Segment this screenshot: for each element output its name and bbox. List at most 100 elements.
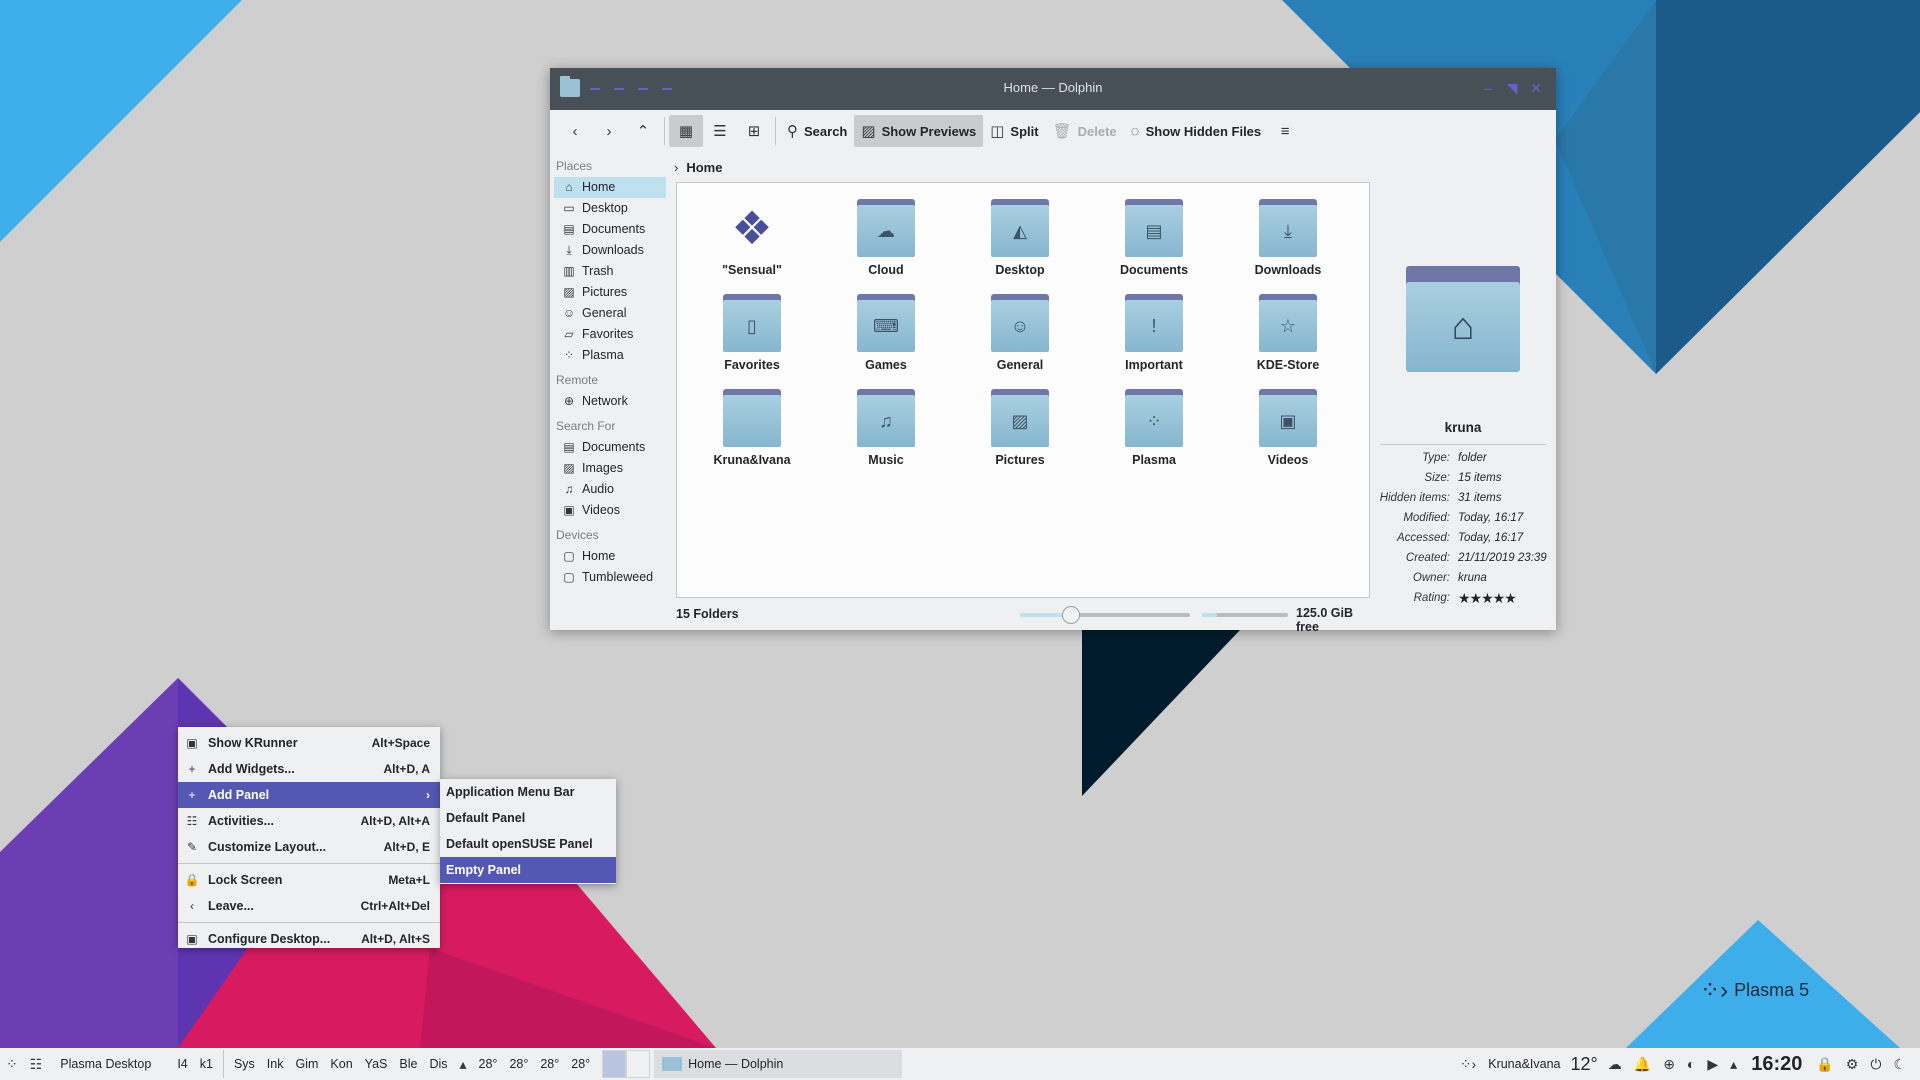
file-item[interactable]: ♫ Music bbox=[819, 379, 953, 474]
menu-item-add-widgets[interactable]: + Add Widgets... Alt+D, A bbox=[178, 756, 440, 782]
weather-cloud-icon[interactable]: ☁ bbox=[1602, 1056, 1628, 1073]
forward-button[interactable]: › bbox=[592, 115, 626, 147]
maximize-button[interactable]: ◥ bbox=[1502, 78, 1522, 98]
file-item[interactable]: ▨ Pictures bbox=[953, 379, 1087, 474]
hamburger-menu-button[interactable]: ≡ bbox=[1268, 115, 1302, 147]
up-button[interactable]: ⌃ bbox=[626, 115, 660, 147]
details-view-button[interactable]: ⊞ bbox=[737, 115, 771, 147]
zoom-slider[interactable] bbox=[1020, 606, 1190, 624]
launcher-item[interactable]: YaS bbox=[359, 1057, 394, 1071]
split-button[interactable]: ◫ Split bbox=[983, 115, 1045, 147]
virtual-desktop-pager[interactable] bbox=[602, 1050, 651, 1078]
night-mode-icon[interactable]: ☾ bbox=[1887, 1056, 1912, 1073]
submenu-item[interactable]: Default openSUSE Panel bbox=[440, 831, 616, 857]
breadcrumb-current[interactable]: Home bbox=[686, 160, 722, 175]
sidebar-item-home[interactable]: ▢ Home bbox=[554, 546, 666, 567]
file-view[interactable]: ❖ "Sensual" ☁ Cloud ◭ Desktop ▤ Documents ⤓ Downl… bbox=[676, 182, 1370, 598]
sensor-temp[interactable]: 28° bbox=[565, 1057, 596, 1071]
tray-expand-icon[interactable]: ▴ bbox=[1724, 1056, 1743, 1073]
sidebar-item-downloads[interactable]: ⤓ Downloads bbox=[554, 240, 666, 261]
sidebar-item-images[interactable]: ▨ Images bbox=[554, 458, 666, 479]
sidebar-item-favorites[interactable]: ▱ Favorites bbox=[554, 324, 666, 345]
sidebar-item-documents[interactable]: ▤ Documents bbox=[554, 219, 666, 240]
delete-button[interactable]: 🗑 Delete bbox=[1046, 115, 1124, 147]
leave-icon: ‹ bbox=[190, 899, 194, 913]
clock[interactable]: 16:20 bbox=[1751, 1053, 1802, 1076]
rating-stars[interactable]: ★★★★★ bbox=[1458, 591, 1548, 605]
sensor-temp[interactable]: 28° bbox=[503, 1057, 534, 1071]
submenu-item[interactable]: Empty Panel bbox=[440, 857, 616, 883]
sidebar-item-trash[interactable]: ▥ Trash bbox=[554, 261, 666, 282]
file-item[interactable]: ◭ Desktop bbox=[953, 189, 1087, 284]
menu-item-add-panel[interactable]: + Add Panel › bbox=[178, 782, 440, 808]
quick-launch-item[interactable]: I4 bbox=[171, 1057, 193, 1071]
launcher-item[interactable]: Dis bbox=[423, 1057, 453, 1071]
search-button[interactable]: ⚲ Search bbox=[780, 115, 854, 147]
lock-icon[interactable]: 🔒 bbox=[1810, 1056, 1839, 1073]
sidebar-item-audio[interactable]: ♫ Audio bbox=[554, 479, 666, 500]
sensor-temp[interactable]: 28° bbox=[534, 1057, 565, 1071]
file-item[interactable]: ▯ Favorites bbox=[685, 284, 819, 379]
launcher-item[interactable]: Ble bbox=[393, 1057, 423, 1071]
file-item[interactable]: ⤓ Downloads bbox=[1221, 189, 1355, 284]
launcher-item[interactable]: Kon bbox=[324, 1057, 358, 1071]
back-button[interactable]: ‹ bbox=[558, 115, 592, 147]
sidebar-item-desktop[interactable]: ▭ Desktop bbox=[554, 198, 666, 219]
menu-item-configure-desktop[interactable]: ▣ Configure Desktop... Alt+D, Alt+S bbox=[178, 926, 440, 952]
sidebar-item-pictures[interactable]: ▨ Pictures bbox=[554, 282, 666, 303]
task-dolphin[interactable]: Home — Dolphin bbox=[654, 1050, 903, 1078]
file-item[interactable]: ❖ "Sensual" bbox=[685, 189, 819, 284]
file-item[interactable]: ☁ Cloud bbox=[819, 189, 953, 284]
trash-icon: ▥ bbox=[563, 264, 575, 278]
sidebar-item-documents[interactable]: ▤ Documents bbox=[554, 437, 666, 458]
menu-item-lock-screen[interactable]: 🔒 Lock Screen Meta+L bbox=[178, 867, 440, 893]
icons-view-button[interactable]: ▦ bbox=[669, 115, 703, 147]
updates-icon[interactable]: ⊕ bbox=[1657, 1056, 1681, 1073]
close-button[interactable]: ✕ bbox=[1526, 78, 1546, 98]
application-launcher-icon[interactable]: ⁘ bbox=[0, 1056, 24, 1073]
submenu-item[interactable]: Default Panel bbox=[440, 805, 616, 831]
sidebar-item-general[interactable]: ☺ General bbox=[554, 303, 666, 324]
submenu-item[interactable]: Application Menu Bar bbox=[440, 779, 616, 805]
menu-item-customize-layout[interactable]: ✎ Customize Layout... Alt+D, E bbox=[178, 834, 440, 860]
file-item[interactable]: ! Important bbox=[1087, 284, 1221, 379]
file-item[interactable]: ▣ Videos bbox=[1221, 379, 1355, 474]
file-item[interactable]: ☆ KDE-Store bbox=[1221, 284, 1355, 379]
minimize-button[interactable]: – bbox=[1478, 78, 1498, 98]
show-hidden-files-button[interactable]: ◌ Show Hidden Files bbox=[1124, 115, 1269, 147]
menu-item-show-krunner[interactable]: ▣ Show KRunner Alt+Space bbox=[178, 730, 440, 756]
sidebar-item-tumbleweed[interactable]: ▢ Tumbleweed bbox=[554, 567, 666, 588]
menu-item-activities[interactable]: ☷ Activities... Alt+D, Alt+A bbox=[178, 808, 440, 834]
file-item[interactable]: ⌨ Games bbox=[819, 284, 953, 379]
file-item[interactable]: Kruna&Ivana bbox=[685, 379, 819, 474]
menu-item-leave[interactable]: ‹ Leave... Ctrl+Alt+Del bbox=[178, 893, 440, 919]
quick-launch-item[interactable]: k1 bbox=[194, 1057, 219, 1071]
network-icon[interactable]: ⚙ bbox=[1840, 1056, 1865, 1073]
breadcrumb[interactable]: › Home bbox=[674, 156, 722, 178]
launcher-item[interactable]: Ink bbox=[261, 1057, 290, 1071]
media-play-icon[interactable]: ▶ bbox=[1701, 1056, 1724, 1073]
sidebar-item-home[interactable]: ⌂ Home bbox=[554, 177, 666, 198]
compact-view-button[interactable]: ☰ bbox=[703, 115, 737, 147]
title-bar[interactable]: Home — Dolphin – ◥ ✕ bbox=[550, 68, 1556, 110]
audio-icon[interactable]: ◐ bbox=[1681, 1056, 1701, 1072]
activity-name[interactable]: Plasma Desktop bbox=[54, 1057, 157, 1071]
activity-switcher-icon[interactable]: ☷ bbox=[24, 1056, 49, 1073]
launcher-item[interactable]: Sys bbox=[228, 1057, 261, 1071]
user-name[interactable]: Kruna&Ivana bbox=[1482, 1057, 1566, 1071]
sensor-temp[interactable]: 28° bbox=[473, 1057, 504, 1071]
plasma-icon[interactable]: ⁘› bbox=[1454, 1056, 1482, 1073]
power-icon[interactable]: ⏻ bbox=[1864, 1056, 1887, 1073]
sidebar-item-plasma[interactable]: ⁘ Plasma bbox=[554, 345, 666, 366]
chevron-up-icon[interactable]: ▴ bbox=[454, 1056, 473, 1073]
show-previews-button[interactable]: ▨ Show Previews bbox=[854, 115, 984, 147]
sidebar-item-network[interactable]: ⊕ Network bbox=[554, 391, 666, 412]
file-item[interactable]: ☺ General bbox=[953, 284, 1087, 379]
sidebar-item-videos[interactable]: ▣ Videos bbox=[554, 500, 666, 521]
file-item[interactable]: ▤ Documents bbox=[1087, 189, 1221, 284]
weather-temp[interactable]: 12° bbox=[1571, 1054, 1598, 1075]
file-item[interactable]: ⁘ Plasma bbox=[1087, 379, 1221, 474]
notifications-icon[interactable]: 🔔 bbox=[1628, 1056, 1657, 1073]
zoom-slider-handle[interactable] bbox=[1062, 606, 1080, 624]
launcher-item[interactable]: Gim bbox=[289, 1057, 324, 1071]
